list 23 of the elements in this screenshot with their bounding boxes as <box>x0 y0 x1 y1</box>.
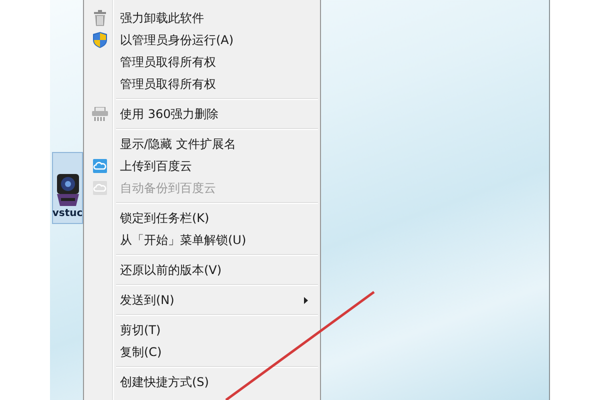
menu-item[interactable]: 剪切(T) <box>86 319 318 341</box>
shredder-icon <box>92 107 108 121</box>
shield-icon <box>93 32 107 48</box>
menu-item[interactable]: 发送到(N) <box>86 289 318 311</box>
menu-item[interactable]: 管理员取得所有权 <box>86 73 318 95</box>
desktop-shortcut[interactable]: vstuc <box>52 152 83 224</box>
menu-item[interactable]: 强力卸载此软件 <box>86 7 318 29</box>
cloud-icon <box>93 159 107 173</box>
menu-item[interactable]: 以管理员身份运行(A) <box>86 29 318 51</box>
menu-item[interactable]: 上传到百度云 <box>86 155 318 177</box>
shortcut-label: vstuc <box>52 208 83 219</box>
video-camera-icon <box>54 172 80 208</box>
menu-item[interactable]: 创建快捷方式(S) <box>86 371 318 393</box>
submenu-arrow-icon <box>304 296 308 304</box>
menu-item[interactable]: 从「开始」菜单解锁(U) <box>86 229 318 251</box>
menu-item[interactable]: 还原以前的版本(V) <box>86 259 318 281</box>
menu-item[interactable]: 管理员取得所有权 <box>86 51 318 73</box>
menu-item[interactable]: 显示/隐藏 文件扩展名 <box>86 133 318 155</box>
menu-item[interactable]: 锁定到任务栏(K) <box>86 207 318 229</box>
cloud-icon <box>93 181 107 195</box>
trash-icon <box>93 10 107 26</box>
menu-item[interactable]: 复制(C) <box>86 341 318 363</box>
menu-item[interactable]: 使用 360强力删除 <box>86 103 318 125</box>
